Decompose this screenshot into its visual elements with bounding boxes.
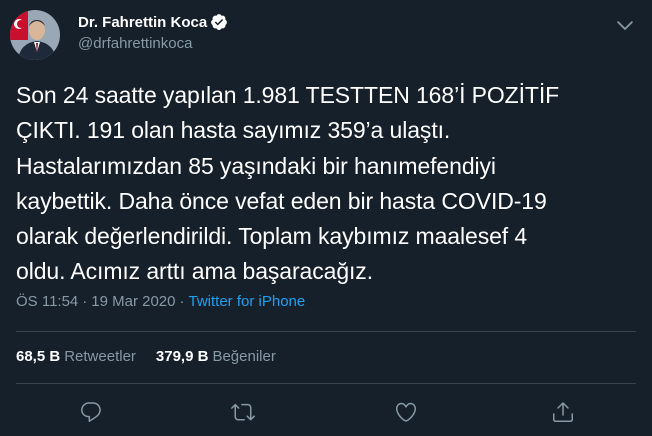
likes-count: 379,9 B [155,348,209,365]
tweet-text: Son 24 saatte yapılan 1.981 TESTTEN 168’… [16,82,560,285]
retweets-label: Retweetler [64,348,136,365]
tweet-stats: 68,5 B Retweetler 379,9 B Beğeniler [16,348,296,365]
tweet-meta: ÖS 11:54 · 19 Mar 2020 · Twitter for iPh… [16,293,305,310]
retweets-count: 68,5 B [16,348,61,365]
tweet-date[interactable]: 19 Mar 2020 [91,293,175,310]
display-name-row: Dr. Fahrettin Koca [78,12,228,32]
share-icon[interactable] [551,400,575,424]
verified-badge-icon [210,13,228,31]
meta-separator: · [179,293,185,310]
author-info: Dr. Fahrettin Koca @drfahrettinkoca [78,12,228,52]
avatar-image [10,10,60,60]
tweet: Dr. Fahrettin Koca @drfahrettinkoca Son … [0,0,652,436]
heart-icon[interactable] [394,400,418,424]
likes-stat[interactable]: 379,9 B Beğeniler [156,348,276,365]
chevron-down-icon[interactable] [614,14,636,36]
tweet-time[interactable]: ÖS 11:54 [16,293,78,310]
display-name[interactable]: Dr. Fahrettin Koca [78,14,207,31]
meta-separator: · [82,293,88,310]
tweet-header: Dr. Fahrettin Koca @drfahrettinkoca [10,10,636,60]
action-bar [0,396,652,428]
avatar[interactable] [10,10,60,60]
tweet-source-link[interactable]: Twitter for iPhone [189,293,306,310]
retweets-stat[interactable]: 68,5 B Retweetler [16,348,136,365]
divider [16,383,636,384]
handle[interactable]: @drfahrettinkoca [78,35,228,52]
likes-label: Beğeniler [212,348,276,365]
retweet-icon[interactable] [231,400,255,424]
reply-icon[interactable] [79,400,103,424]
divider [16,331,636,332]
